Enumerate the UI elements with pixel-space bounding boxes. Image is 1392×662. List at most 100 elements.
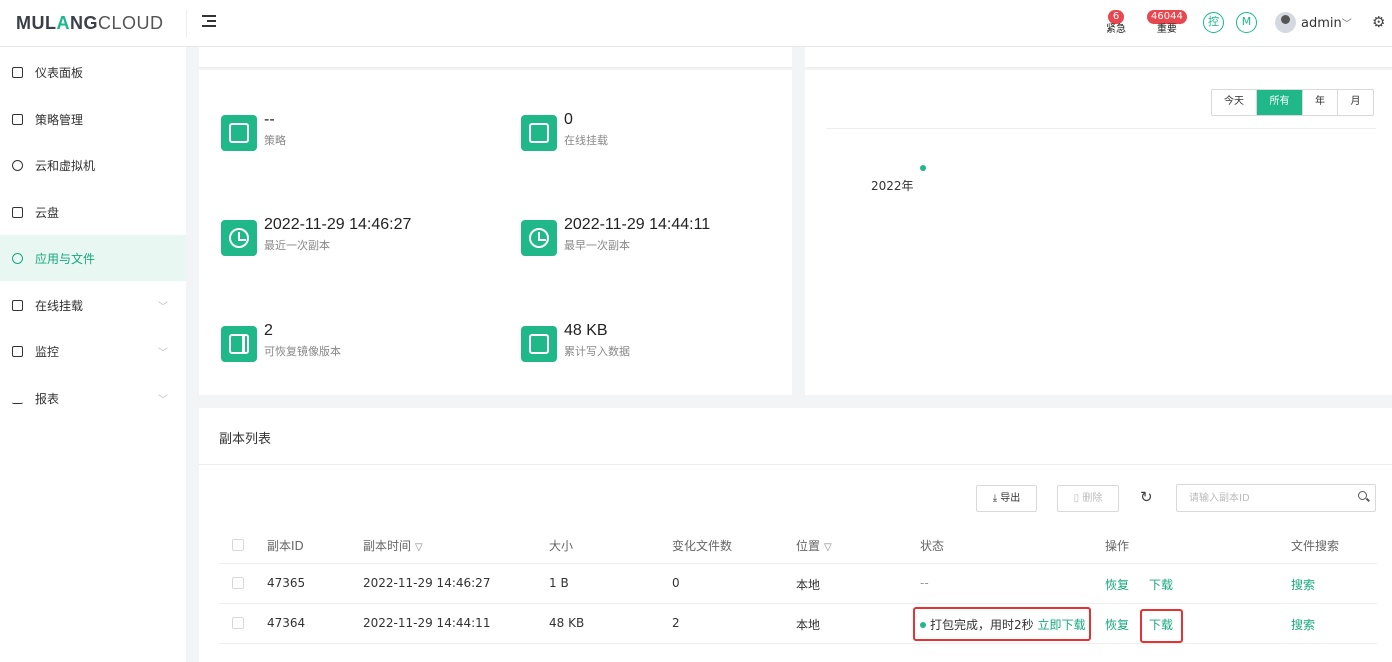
cell-changed: 2 (672, 616, 680, 630)
export-label: 导出 (1000, 493, 1021, 504)
sidebar-item-cloud-vm[interactable]: 云和虚拟机 (0, 142, 186, 188)
sidebar-item-cloud-disk[interactable]: 云盘 (0, 189, 186, 235)
important-alerts[interactable]: 46044 重要 (1147, 8, 1187, 36)
search-input[interactable] (1177, 485, 1347, 511)
logo-text-3: CLOUD (98, 13, 164, 33)
export-button[interactable]: ⤓ 导出 (976, 485, 1037, 512)
search-link[interactable]: 搜索 (1291, 576, 1315, 593)
sidebar-item-dashboard[interactable]: 仪表面板 (0, 49, 186, 95)
chevron-down-icon: ﹀ (158, 302, 168, 313)
chart-panel-header (805, 47, 1392, 68)
cell-id: 47364 (267, 616, 306, 630)
stat-value: 48 KB (564, 322, 608, 339)
sidebar-item-monitor[interactable]: 监控 ﹀ (0, 328, 186, 374)
cell-id: 47365 (267, 576, 306, 590)
top-header: MULANGCLOUD 6 紧急 46044 重要 控 M admin﹀ ⚙ (0, 0, 1392, 47)
col-changed: 变化文件数 (672, 539, 733, 553)
cell-location: 本地 (796, 578, 821, 592)
policy-icon (12, 113, 23, 125)
cell-location: 本地 (796, 618, 821, 632)
range-month-button[interactable]: 月 (1338, 90, 1373, 115)
sidebar-item-policy[interactable]: 策略管理 (0, 96, 186, 142)
chart-x-label: 2022年 (871, 179, 914, 193)
stat-label: 在线挂载 (564, 134, 608, 147)
urgent-alerts[interactable]: 6 紧急 (1106, 8, 1126, 36)
user-menu[interactable]: admin﹀ (1301, 15, 1352, 31)
range-today-button[interactable]: 今天 (1212, 90, 1257, 115)
row-checkbox[interactable] (232, 617, 244, 629)
sidebar-item-apps-files[interactable]: 应用与文件 (0, 235, 186, 281)
filter-icon[interactable]: ▽ (824, 542, 832, 553)
stat-label: 累计写入数据 (564, 345, 630, 358)
gear-icon[interactable]: ⚙ (1372, 13, 1385, 31)
sidebar-item-label: 在线挂载 (35, 298, 84, 313)
range-all-button[interactable]: 所有 (1257, 90, 1303, 115)
stats-panel-header (199, 47, 792, 68)
search-link[interactable]: 搜索 (1291, 616, 1315, 633)
stat-value: 2022-11-29 14:44:11 (564, 216, 711, 233)
download-highlight (1140, 609, 1183, 643)
divider (199, 464, 1392, 465)
chart-point[interactable] (920, 165, 926, 171)
sidebar-item-label: 监控 (35, 344, 60, 359)
cell-size: 48 KB (549, 616, 585, 630)
delete-button[interactable]: ▯ 删除 (1057, 485, 1119, 512)
monitor-check-icon (221, 115, 257, 151)
download-link[interactable]: 下载 (1149, 576, 1173, 593)
mount-icon (521, 115, 557, 151)
trash-icon: ▯ (1073, 493, 1080, 504)
search-icon[interactable] (1358, 491, 1367, 500)
stat-value: 0 (564, 111, 573, 128)
version-icon (221, 326, 257, 362)
menu-collapse-icon[interactable] (202, 15, 216, 31)
chart-panel (805, 70, 1392, 395)
delete-label: 删除 (1082, 493, 1103, 504)
select-all-checkbox[interactable] (232, 539, 244, 551)
mount-icon (12, 299, 23, 311)
sidebar-item-online-mount[interactable]: 在线挂载 ﹀ (0, 282, 186, 328)
disk-icon (12, 206, 23, 218)
user-name: admin (1301, 16, 1342, 31)
sidebar: 仪表面板 策略管理 云和虚拟机 云盘 应用与文件 在线挂载 ﹀ 监控 ﹀ 报表 … (0, 47, 186, 662)
col-time-label: 副本时间 (363, 539, 412, 553)
important-label: 重要 (1156, 24, 1177, 35)
col-location[interactable]: 位置 ▽ (796, 537, 832, 554)
console-icon[interactable]: 控 (1203, 12, 1224, 33)
stat-label: 策略 (264, 134, 286, 147)
restore-link[interactable]: 恢复 (1105, 576, 1129, 593)
sidebar-item-label: 仪表面板 (35, 65, 84, 80)
col-size: 大小 (549, 539, 574, 553)
stat-label: 可恢复镜像版本 (264, 345, 341, 358)
sidebar-item-reports[interactable]: 报表 ﹀ (0, 375, 186, 421)
range-year-button[interactable]: 年 (1303, 90, 1338, 115)
m-icon[interactable]: M (1236, 12, 1257, 33)
restore-link[interactable]: 恢复 (1105, 616, 1129, 633)
urgent-count-badge: 6 (1108, 10, 1124, 24)
search-box (1176, 484, 1376, 512)
col-file-search: 文件搜索 (1291, 539, 1340, 553)
urgent-label: 紧急 (1106, 24, 1126, 35)
avatar[interactable] (1275, 12, 1296, 33)
cell-time: 2022-11-29 14:46:27 (363, 576, 491, 590)
row-checkbox[interactable] (232, 577, 244, 589)
cell-time: 2022-11-29 14:44:11 (363, 616, 491, 630)
col-location-label: 位置 (796, 539, 821, 553)
filter-icon[interactable]: ▽ (415, 542, 423, 553)
cell-status: -- (920, 576, 929, 590)
cloud-icon (12, 159, 23, 171)
logo-text-1: MUL (16, 13, 57, 33)
header-divider (186, 10, 187, 37)
refresh-icon[interactable]: ↻ (1140, 488, 1153, 506)
clock-icon (521, 220, 557, 256)
logo-star: A (56, 13, 70, 33)
cell-size: 1 B (549, 576, 569, 590)
user-chevron-icon: ﹀ (1341, 19, 1352, 30)
logo[interactable]: MULANGCLOUD (16, 13, 164, 34)
stat-value: -- (264, 111, 275, 128)
monitor-icon (12, 66, 23, 78)
col-time[interactable]: 副本时间 ▽ (363, 537, 423, 554)
range-selector: 今天 所有 年 月 (1211, 89, 1374, 116)
layers-icon (12, 252, 23, 264)
status-highlight (913, 607, 1091, 641)
stat-value: 2022-11-29 14:46:27 (264, 216, 412, 233)
